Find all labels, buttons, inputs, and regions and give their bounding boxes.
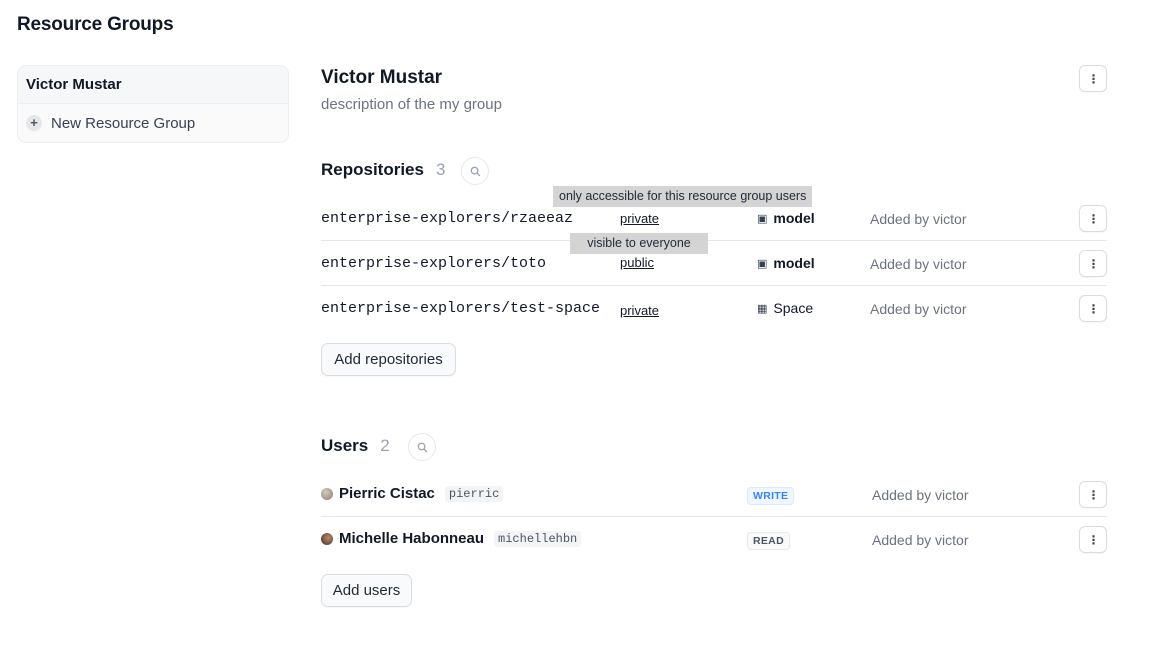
more-vertical-icon: ⋮	[1087, 71, 1100, 86]
user-handle: michellehbn	[494, 530, 582, 547]
role-badge-read[interactable]: READ	[747, 532, 790, 550]
repo-type-label: model	[773, 255, 815, 271]
avatar	[321, 532, 333, 545]
row-divider	[321, 240, 1107, 241]
repositories-title: Repositories	[321, 160, 424, 179]
group-more-button[interactable]: ⋮	[1079, 65, 1107, 92]
added-by: Added by victor	[870, 256, 967, 272]
search-icon	[417, 442, 427, 452]
repo-name[interactable]: enterprise-explorers/toto	[321, 255, 546, 272]
row-divider	[321, 516, 1107, 517]
more-vertical-icon: ⋮	[1087, 301, 1100, 316]
row-divider	[321, 285, 1107, 286]
grid-icon: ▦	[757, 302, 768, 315]
user-row: Michelle Habonneau michellehbn	[321, 530, 582, 547]
private-tooltip: only accessible for this resource group …	[553, 186, 813, 207]
repo-type: ▦ Space	[757, 300, 813, 316]
more-vertical-icon: ⋮	[1087, 256, 1100, 271]
repo-more-button[interactable]: ⋮	[1079, 205, 1107, 232]
role-badge-write[interactable]: WRITE	[747, 487, 795, 505]
more-vertical-icon: ⋮	[1087, 211, 1100, 226]
added-by: Added by victor	[870, 211, 967, 227]
public-tooltip: visible to everyone	[570, 233, 708, 254]
sidebar-item-label: Victor Mustar	[26, 76, 122, 93]
repositories-count: 3	[435, 160, 446, 179]
repo-more-button[interactable]: ⋮	[1079, 295, 1107, 322]
repo-type-label: model	[773, 210, 815, 226]
repositories-search-button[interactable]	[461, 157, 489, 185]
user-row: Pierric Cistac pierric	[321, 485, 504, 502]
visibility-private-link[interactable]: private	[620, 211, 659, 226]
page-title: Resource Groups	[17, 14, 174, 35]
added-by: Added by victor	[870, 301, 967, 317]
add-repositories-button[interactable]: Add repositories	[321, 343, 456, 376]
users-title: Users	[321, 436, 369, 455]
sidebar-item-label: New Resource Group	[51, 114, 196, 132]
more-vertical-icon: ⋮	[1087, 532, 1100, 547]
more-vertical-icon: ⋮	[1087, 487, 1100, 502]
repo-name[interactable]: enterprise-explorers/rzaeeaz	[321, 210, 573, 227]
new-resource-group-button[interactable]: + New Resource Group	[18, 104, 288, 142]
sidebar: Victor Mustar + New Resource Group	[17, 65, 289, 143]
visibility-public-link[interactable]: public	[620, 255, 654, 270]
user-handle: pierric	[444, 485, 504, 502]
users-count: 2	[380, 436, 390, 455]
repo-more-button[interactable]: ⋮	[1079, 250, 1107, 277]
repo-type: ▣ model	[757, 255, 815, 271]
avatar	[321, 487, 333, 500]
user-more-button[interactable]: ⋮	[1079, 481, 1107, 508]
users-search-button[interactable]	[408, 433, 436, 461]
group-description: description of the my group	[321, 96, 502, 113]
group-name: Victor Mustar	[321, 67, 443, 88]
repo-type: ▣ model	[757, 210, 815, 226]
user-more-button[interactable]: ⋮	[1079, 526, 1107, 553]
users-header: Users 2	[321, 436, 390, 456]
repo-type-label: Space	[773, 300, 814, 316]
cube-icon: ▣	[757, 257, 768, 270]
sidebar-item-victor-mustar[interactable]: Victor Mustar	[18, 66, 288, 104]
visibility-private-link[interactable]: private	[620, 303, 659, 318]
added-by: Added by victor	[872, 532, 969, 548]
add-users-button[interactable]: Add users	[321, 574, 412, 607]
cube-icon: ▣	[757, 212, 768, 225]
user-name[interactable]: Pierric Cistac	[339, 485, 435, 502]
repo-name[interactable]: enterprise-explorers/test-space	[321, 300, 600, 317]
user-name[interactable]: Michelle Habonneau	[339, 530, 484, 547]
added-by: Added by victor	[872, 487, 969, 503]
search-icon	[470, 166, 480, 176]
plus-circle-icon: +	[26, 115, 42, 131]
repositories-header: Repositories 3	[321, 160, 445, 180]
